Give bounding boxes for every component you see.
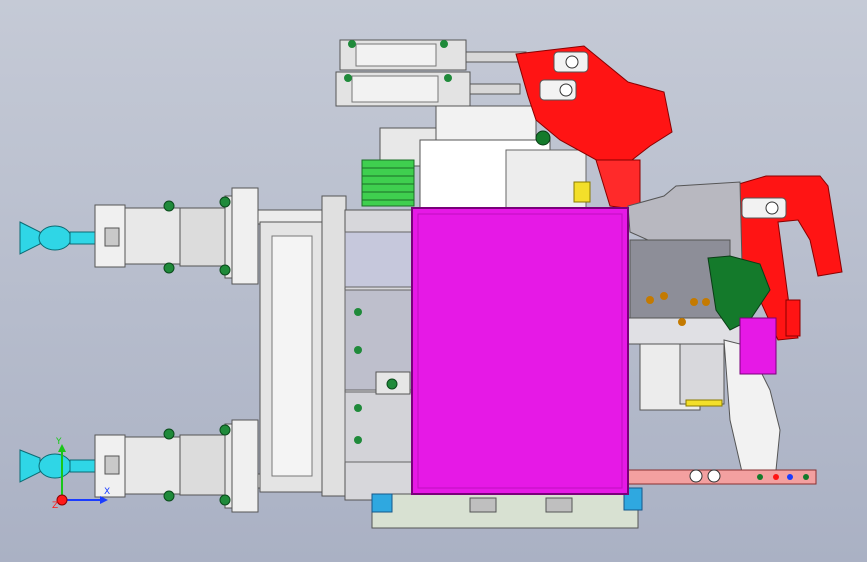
yellow-marker-strip [685,399,723,407]
pink-rod[interactable] [627,469,817,485]
magenta-mold-block[interactable] [411,207,629,495]
triad-x-label: X [104,487,110,497]
yellow-marker-block [573,181,591,203]
top-pneumatic-cylinders[interactable] [335,39,527,107]
triad-z-label: Z [52,501,58,511]
assembly-drawing: Y X Z [19,39,843,529]
triad-y-label: Y [55,437,62,447]
cad-viewport[interactable]: Y X Z [0,0,867,562]
heat-sink [361,159,415,207]
triad-z-axis-dot [56,494,68,506]
